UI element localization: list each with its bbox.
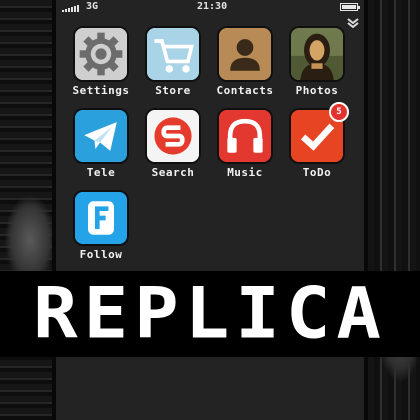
title-banner: REPLICA bbox=[0, 271, 420, 357]
f-logo-icon bbox=[73, 190, 129, 246]
status-time: 21:30 bbox=[197, 1, 228, 12]
app-contacts[interactable]: Contacts bbox=[214, 26, 276, 97]
paper-plane-icon bbox=[73, 108, 129, 164]
app-photos[interactable]: Photos bbox=[286, 26, 348, 97]
app-label: Store bbox=[155, 84, 191, 97]
headphones-icon bbox=[217, 108, 273, 164]
app-settings[interactable]: Settings bbox=[70, 26, 132, 97]
app-label: Music bbox=[227, 166, 263, 179]
signal-icon bbox=[62, 3, 79, 12]
background-left bbox=[0, 0, 60, 420]
banner-title: REPLICA bbox=[33, 273, 387, 355]
app-store[interactable]: Store bbox=[142, 26, 204, 97]
app-label: Tele bbox=[86, 166, 116, 179]
app-tele[interactable]: Tele bbox=[70, 108, 132, 179]
gear-icon bbox=[73, 26, 129, 82]
app-follow[interactable]: Follow bbox=[70, 190, 132, 261]
status-bar: 3G 21:30 bbox=[56, 0, 364, 14]
battery-icon bbox=[340, 3, 360, 11]
notification-badge: 5 bbox=[329, 102, 349, 122]
app-label: Search bbox=[151, 166, 195, 179]
app-label: Settings bbox=[72, 84, 130, 97]
s-logo-icon bbox=[145, 108, 201, 164]
contact-icon bbox=[217, 26, 273, 82]
portrait-icon bbox=[289, 26, 345, 82]
app-label: Photos bbox=[295, 84, 339, 97]
app-todo[interactable]: 5 ToDo bbox=[286, 102, 349, 179]
app-search[interactable]: Search bbox=[142, 108, 204, 179]
background-right bbox=[360, 0, 420, 420]
carrier-label: 3G bbox=[86, 1, 99, 12]
app-music[interactable]: Music bbox=[214, 108, 276, 179]
app-label: Contacts bbox=[216, 84, 274, 97]
cart-icon bbox=[145, 26, 201, 82]
phone-screen: 3G 21:30 Settings Store Contacts Photos … bbox=[52, 0, 368, 420]
app-label: ToDo bbox=[302, 166, 332, 179]
chevron-down-icon[interactable] bbox=[346, 16, 360, 30]
app-label: Follow bbox=[79, 248, 123, 261]
